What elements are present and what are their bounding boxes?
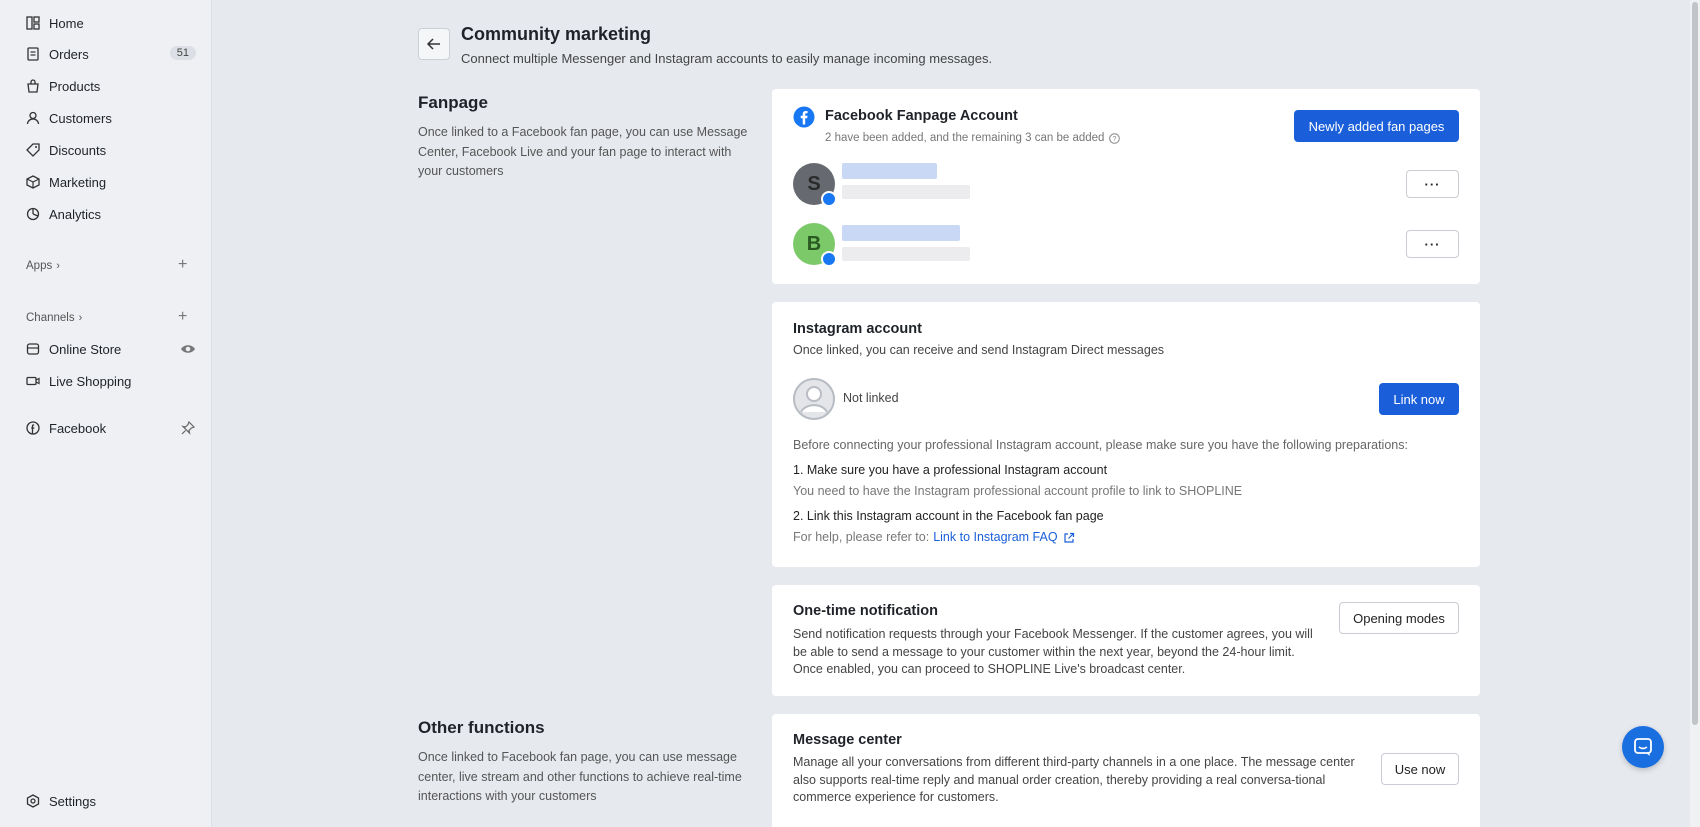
avatar-initial: S — [807, 172, 821, 195]
otn-card-title: One-time notification — [793, 603, 938, 619]
facebook-badge-icon — [821, 251, 837, 267]
sidebar-item-label: Facebook — [49, 420, 107, 436]
sidebar-item-home[interactable]: Home — [26, 11, 196, 35]
step-1-description: You need to have the Instagram professio… — [793, 484, 1243, 498]
sidebar: Home Orders 51 Products Customers Discou… — [0, 0, 212, 827]
step-1-title: 1. Make sure you have a professional Ins… — [793, 463, 1108, 477]
store-icon — [26, 342, 40, 356]
otn-card-description: Send notification requests through your … — [793, 627, 1313, 676]
page-title: Community marketing — [461, 24, 652, 44]
other-functions-section-title: Other functions — [418, 718, 545, 737]
fanpage-avatar: S — [793, 163, 837, 207]
fanpage-more-button[interactable]: ··· — [1406, 170, 1459, 198]
channels-label: Channels — [26, 312, 75, 324]
products-icon — [26, 79, 40, 93]
opening-modes-button[interactable]: Opening modes — [1339, 602, 1459, 634]
help-icon[interactable]: ? — [1109, 133, 1121, 145]
message-center-description: Manage all your conversations from diffe… — [793, 755, 1355, 804]
newly-added-fan-pages-button[interactable]: Newly added fan pages — [1294, 110, 1459, 142]
add-app-icon[interactable]: + — [178, 256, 187, 274]
sidebar-item-orders[interactable]: Orders 51 — [26, 42, 196, 66]
channels-section-toggle[interactable]: Channels › — [26, 312, 82, 324]
sidebar-item-customers[interactable]: Customers — [26, 106, 196, 130]
step-2-title: 2. Link this Instagram account in the Fa… — [793, 509, 1104, 523]
sidebar-item-discounts[interactable]: Discounts — [26, 138, 196, 162]
one-time-notification-card: One-time notification Send notification … — [772, 585, 1480, 696]
external-link-icon[interactable] — [1063, 532, 1075, 544]
preparation-intro: Before connecting your professional Inst… — [793, 438, 1408, 452]
chevron-right-icon: › — [78, 312, 83, 324]
sidebar-item-label: Marketing — [49, 174, 107, 190]
sidebar-item-label: Discounts — [49, 142, 107, 158]
discounts-icon — [26, 143, 40, 157]
sidebar-item-marketing[interactable]: Marketing — [26, 170, 196, 194]
facebook-logo-icon — [793, 106, 815, 128]
fanpage-more-button[interactable]: ··· — [1406, 230, 1459, 258]
arrow-left-icon — [426, 38, 440, 50]
page-scrollbar[interactable] — [1690, 0, 1700, 827]
sidebar-item-label: Home — [49, 15, 84, 31]
settings-icon — [26, 794, 40, 808]
page-subtitle: Connect multiple Messenger and Instagram… — [461, 51, 993, 66]
home-icon — [26, 16, 40, 30]
fanpage-name-redacted — [842, 225, 960, 241]
default-avatar-icon — [793, 378, 835, 420]
chat-support-button[interactable] — [1622, 726, 1664, 768]
facebook-icon — [26, 421, 40, 435]
instagram-card-title: Instagram account — [793, 321, 922, 337]
chevron-right-icon: › — [56, 260, 60, 272]
fanpage-avatar: B — [793, 223, 837, 267]
fanpage-section-title: Fanpage — [418, 93, 488, 112]
sidebar-item-label: Online Store — [49, 341, 122, 357]
orders-count-badge: 51 — [169, 46, 196, 60]
back-button[interactable] — [418, 28, 450, 60]
orders-icon — [26, 47, 40, 61]
fanpage-section-description: Once linked to a Facebook fan page, you … — [418, 125, 748, 178]
sidebar-item-facebook[interactable]: Facebook — [26, 416, 196, 440]
sidebar-item-label: Settings — [49, 793, 96, 809]
facebook-badge-icon — [821, 191, 837, 207]
fanpage-count-text: 2 have been added, and the remaining 3 c… — [825, 132, 1105, 144]
fanpage-id-redacted — [842, 185, 970, 199]
sidebar-item-settings[interactable]: Settings — [26, 789, 196, 813]
add-channel-icon[interactable]: + — [178, 308, 187, 326]
apps-label: Apps — [26, 260, 53, 272]
fanpage-card-title: Facebook Fanpage Account — [825, 108, 1018, 124]
scrollbar-thumb[interactable] — [1692, 2, 1698, 725]
message-center-title: Message center — [793, 732, 902, 748]
other-functions-section-description: Once linked to Facebook fan page, you ca… — [418, 750, 742, 803]
help-line: For help, please refer to: Link to Insta… — [793, 529, 1075, 547]
message-center-card: Message center Manage all your conversat… — [772, 714, 1480, 827]
pin-icon[interactable] — [180, 420, 196, 436]
customers-icon — [26, 111, 40, 125]
svg-text:?: ? — [1113, 136, 1117, 143]
sidebar-item-online-store[interactable]: Online Store — [26, 337, 196, 361]
instagram-faq-link[interactable]: Link to Instagram FAQ — [933, 529, 1057, 547]
analytics-icon — [26, 207, 40, 221]
chat-icon — [1634, 738, 1652, 756]
video-icon — [26, 374, 40, 388]
instagram-card: Instagram account Once linked, you can r… — [772, 302, 1480, 567]
fanpage-name-redacted — [842, 163, 937, 179]
eye-icon[interactable] — [180, 341, 196, 357]
help-prefix: For help, please refer to: — [793, 530, 930, 544]
sidebar-item-label: Orders — [49, 46, 89, 62]
fanpage-card-subtitle: 2 have been added, and the remaining 3 c… — [825, 130, 1121, 148]
fanpage-card: Facebook Fanpage Account 2 have been add… — [772, 89, 1480, 284]
sidebar-item-analytics[interactable]: Analytics — [26, 202, 196, 226]
instagram-link-status: Not linked — [843, 391, 899, 405]
use-now-button[interactable]: Use now — [1381, 753, 1459, 785]
fanpage-id-redacted — [842, 247, 970, 261]
apps-section-toggle[interactable]: Apps › — [26, 260, 60, 272]
sidebar-item-label: Customers — [49, 110, 112, 126]
sidebar-item-label: Live Shopping — [49, 373, 132, 389]
sidebar-item-live-shopping[interactable]: Live Shopping — [26, 369, 196, 393]
avatar-initial: B — [806, 232, 822, 255]
marketing-icon — [26, 175, 40, 189]
sidebar-item-products[interactable]: Products — [26, 74, 196, 98]
sidebar-item-label: Analytics — [49, 206, 102, 222]
sidebar-item-label: Products — [49, 78, 101, 94]
link-now-button[interactable]: Link now — [1379, 383, 1459, 415]
instagram-card-description: Once linked, you can receive and send In… — [793, 343, 1165, 357]
